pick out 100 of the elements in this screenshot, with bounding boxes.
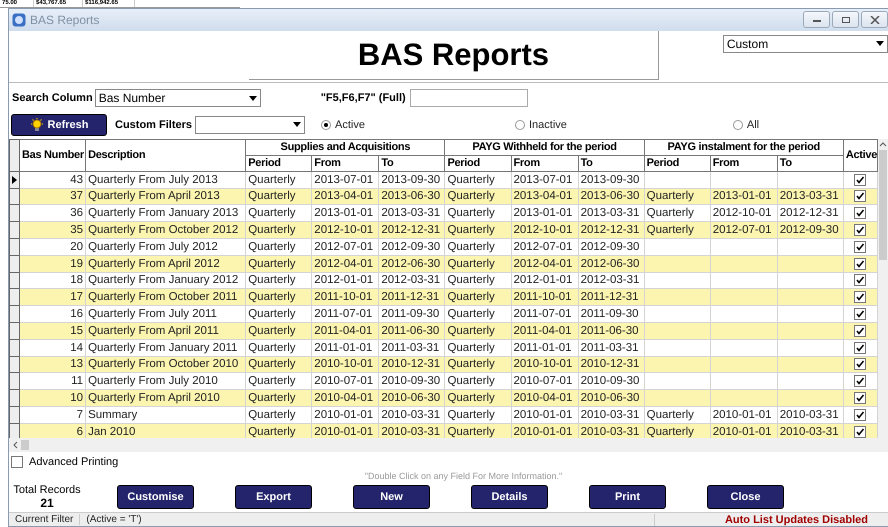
active-checkbox[interactable]	[854, 392, 866, 404]
active-checkbox[interactable]	[854, 258, 866, 270]
table-cell: 2011-01-01	[312, 339, 379, 356]
column-group-header: Supplies and Acquisitions	[246, 139, 445, 156]
action-button[interactable]: Print	[589, 485, 666, 510]
active-checkbox[interactable]	[854, 207, 866, 220]
action-button[interactable]: New	[353, 485, 430, 510]
table-cell: Quarterly	[444, 222, 512, 238]
column-header: Description	[86, 139, 246, 172]
table-cell: 2011-09-30	[378, 306, 445, 322]
vertical-scrollbar[interactable]	[878, 138, 888, 438]
table-cell: 14	[20, 339, 86, 356]
table-cell: Quarterly	[246, 339, 312, 356]
table-cell: 2013-07-01	[312, 171, 379, 188]
table-cell: Quarterly	[644, 222, 710, 238]
table-cell: 2011-04-01	[312, 322, 379, 340]
table-cell: Quarterly	[246, 322, 312, 340]
table-cell: 2013-06-30	[378, 188, 445, 205]
table-cell: 2012-12-31	[578, 222, 644, 238]
active-checkbox[interactable]	[854, 358, 866, 370]
scroll-up-icon	[879, 142, 887, 147]
active-checkbox[interactable]	[854, 342, 866, 354]
table-cell: Quarterly	[444, 288, 512, 306]
active-checkbox[interactable]	[854, 274, 866, 286]
custom-filters-select[interactable]	[195, 116, 306, 134]
table-cell: Quarterly From April 2011	[86, 322, 246, 340]
table-cell: Quarterly	[246, 171, 312, 188]
table-cell: 2012-04-01	[312, 255, 379, 272]
table-cell: Quarterly	[444, 322, 512, 340]
table-cell: 2010-01-01	[511, 423, 578, 438]
scrollbar-thumb[interactable]	[21, 440, 29, 450]
action-button[interactable]: Details	[471, 485, 548, 510]
action-button[interactable]: Close	[707, 485, 784, 510]
table-cell: 2010-03-31	[578, 406, 644, 424]
table-cell: 2010-04-01	[312, 390, 379, 406]
table-cell: Quarterly	[444, 406, 512, 424]
table-cell: 2012-07-01	[710, 222, 778, 238]
table-cell: 2012-09-30	[777, 222, 844, 238]
table-cell: 10	[20, 390, 86, 406]
report-title: BAS Reports	[358, 36, 550, 73]
view-select[interactable]: Custom	[722, 34, 888, 53]
table-cell: 2010-06-30	[378, 390, 445, 406]
table-cell: 2010-03-31	[378, 423, 445, 438]
active-checkbox[interactable]	[854, 174, 866, 186]
filter-radio[interactable]: Inactive	[514, 118, 567, 131]
active-checkbox[interactable]	[854, 426, 866, 438]
search-field[interactable]	[410, 89, 528, 108]
status-label: Current Filter	[9, 514, 80, 526]
search-column-select[interactable]: Bas Number	[94, 89, 261, 108]
table-cell: 2010-01-01	[710, 423, 778, 438]
filter-radio[interactable]: Active	[321, 118, 365, 131]
table-cell: 2010-04-01	[511, 390, 578, 406]
active-checkbox[interactable]	[854, 291, 866, 304]
column-header: Period	[444, 155, 512, 172]
table-cell: 2011-07-01	[312, 306, 379, 322]
active-checkbox[interactable]	[854, 224, 866, 236]
table-cell: 2010-10-01	[511, 356, 578, 373]
active-checkbox[interactable]	[854, 324, 866, 337]
active-checkbox[interactable]	[854, 308, 866, 320]
total-records-label: Total Records	[13, 484, 81, 496]
active-checkbox[interactable]	[854, 190, 866, 202]
current-row-icon	[12, 176, 17, 184]
horizontal-scrollbar[interactable]	[9, 438, 888, 452]
scrollbar-thumb[interactable]	[879, 150, 887, 260]
table-cell: 2013-09-30	[378, 171, 445, 188]
close-window-button[interactable]	[861, 11, 888, 28]
refresh-button[interactable]: Refresh	[11, 114, 107, 136]
table-cell: 2011-12-31	[378, 288, 445, 306]
table-cell: 2012-09-30	[578, 238, 644, 256]
table-cell: Quarterly	[246, 356, 312, 373]
table-cell: 37	[20, 188, 86, 205]
hint-text: "Double Click on any Field For More Information."	[364, 470, 564, 482]
table-cell: Quarterly	[444, 171, 512, 188]
table-cell: Quarterly From April 2012	[86, 255, 246, 272]
active-checkbox[interactable]	[854, 408, 866, 421]
table-cell: 2012-09-30	[378, 238, 445, 256]
table-cell: 2011-01-01	[511, 339, 578, 356]
table-cell: 2010-06-30	[578, 390, 644, 406]
action-button[interactable]: Customise	[117, 485, 194, 510]
total-records-count: 21	[40, 496, 54, 510]
table-cell: 2010-03-31	[777, 406, 844, 424]
column-header: To	[777, 155, 844, 172]
table-cell: Quarterly	[444, 356, 512, 373]
column-header: Bas Number	[20, 139, 86, 172]
table-cell: 2010-03-31	[378, 406, 445, 424]
table-cell: Quarterly From October 2011	[86, 288, 246, 306]
table-cell: Quarterly	[246, 188, 312, 205]
action-button[interactable]: Export	[235, 485, 312, 510]
table-cell: Quarterly	[246, 306, 312, 322]
advanced-printing-checkbox[interactable]: Advanced Printing	[9, 454, 121, 469]
column-header: To	[378, 155, 445, 172]
active-checkbox[interactable]	[854, 240, 866, 253]
row-selector[interactable]	[10, 171, 20, 188]
filter-radio[interactable]: All	[732, 118, 760, 131]
table-cell: 2010-12-31	[378, 356, 445, 373]
minimize-button[interactable]	[803, 11, 830, 28]
search-column-label: Search Column	[12, 92, 93, 104]
maximize-button[interactable]	[832, 11, 859, 28]
active-checkbox[interactable]	[854, 375, 866, 388]
table-cell: 2011-04-01	[511, 322, 578, 340]
